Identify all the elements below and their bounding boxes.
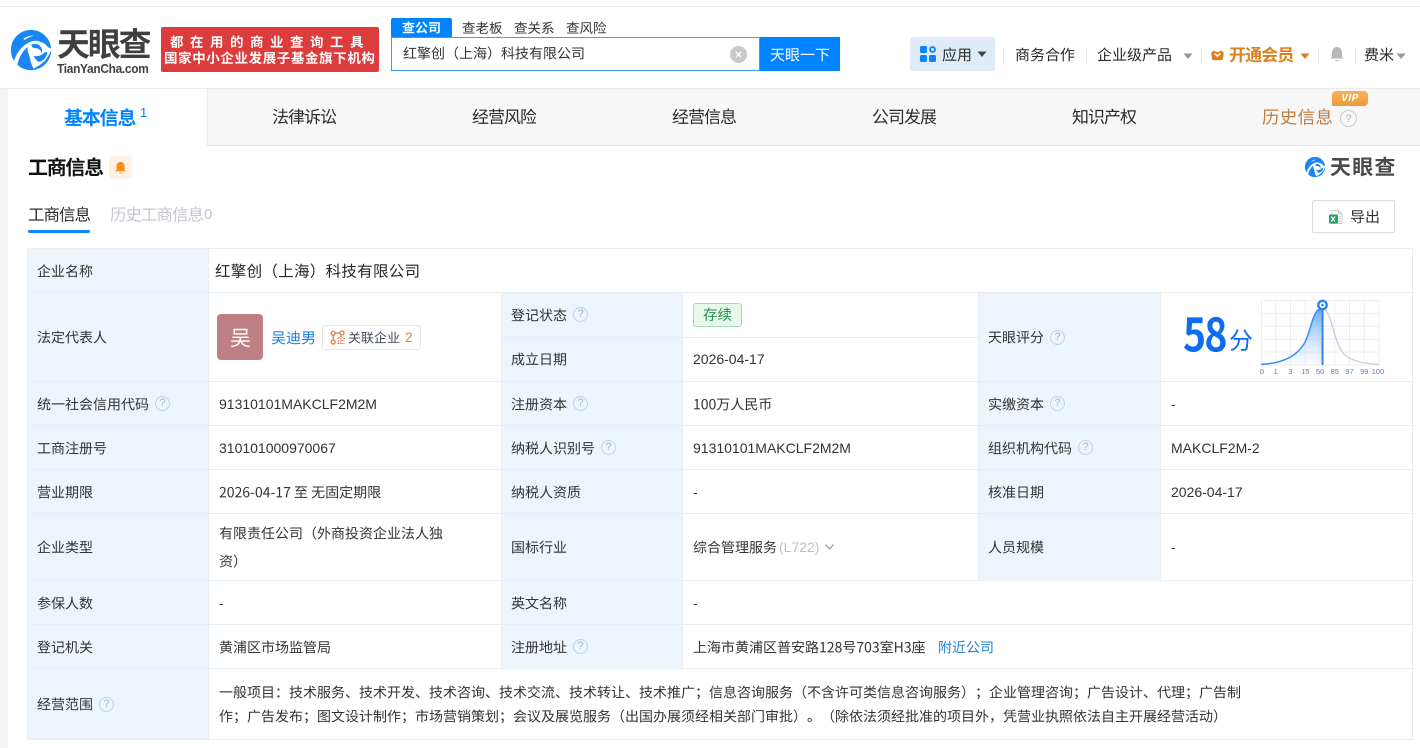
svg-text:97: 97 — [1345, 367, 1353, 376]
svg-text:100: 100 — [1372, 367, 1385, 376]
svg-text:1: 1 — [1274, 367, 1278, 376]
svg-text:50: 50 — [1316, 367, 1324, 376]
svg-text:85: 85 — [1331, 367, 1339, 376]
svg-text:3: 3 — [1288, 367, 1292, 376]
svg-text:15: 15 — [1301, 367, 1309, 376]
svg-text:99: 99 — [1360, 367, 1368, 376]
svg-text:0: 0 — [1260, 367, 1264, 376]
